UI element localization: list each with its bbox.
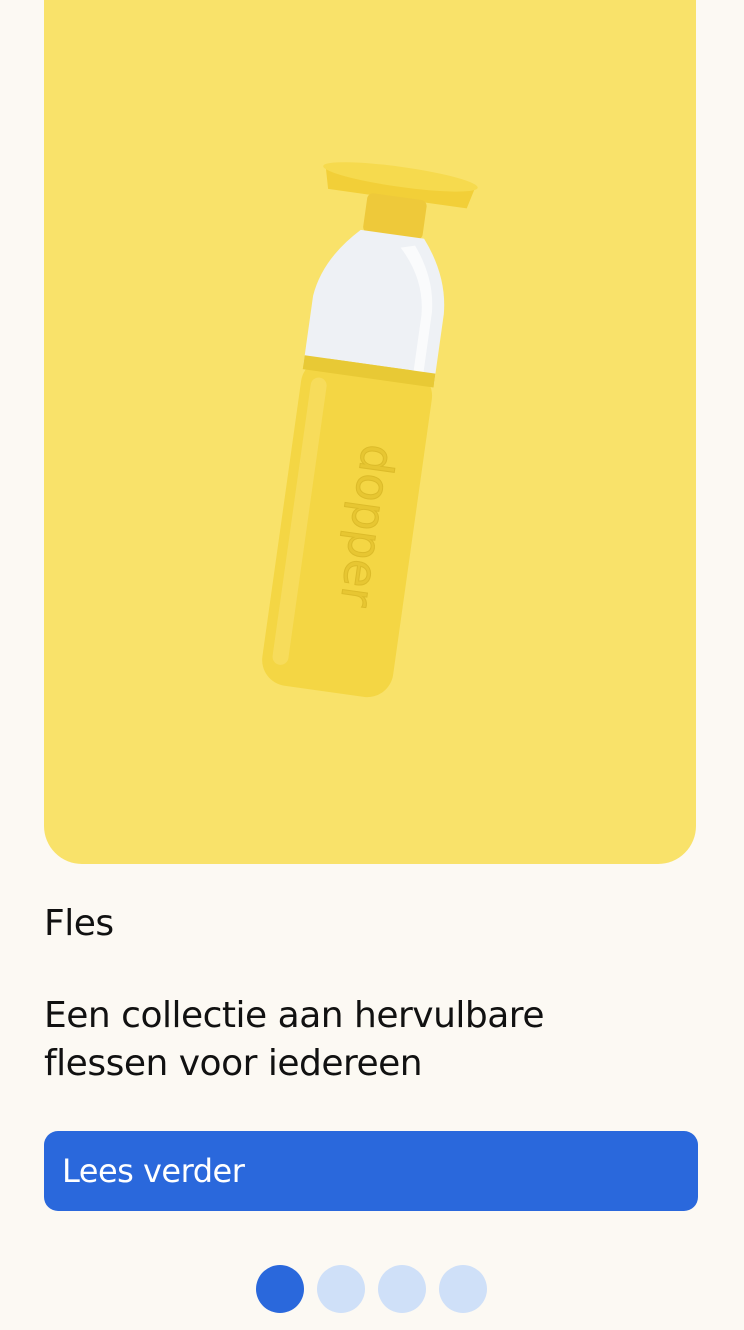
pagination-dot-3[interactable] (378, 1265, 426, 1313)
product-category-title: Fles (44, 903, 114, 944)
read-more-button[interactable]: Lees verder (44, 1131, 698, 1211)
pagination-dot-1[interactable] (256, 1265, 304, 1313)
pagination-dot-2[interactable] (317, 1265, 365, 1313)
carousel-pagination (256, 1265, 487, 1313)
bottle-image: dopper (262, 162, 478, 698)
product-image-card[interactable]: dopper (44, 0, 696, 864)
product-description: Een collectie aan hervulbare flessen voo… (44, 995, 544, 1084)
pagination-dot-4[interactable] (439, 1265, 487, 1313)
